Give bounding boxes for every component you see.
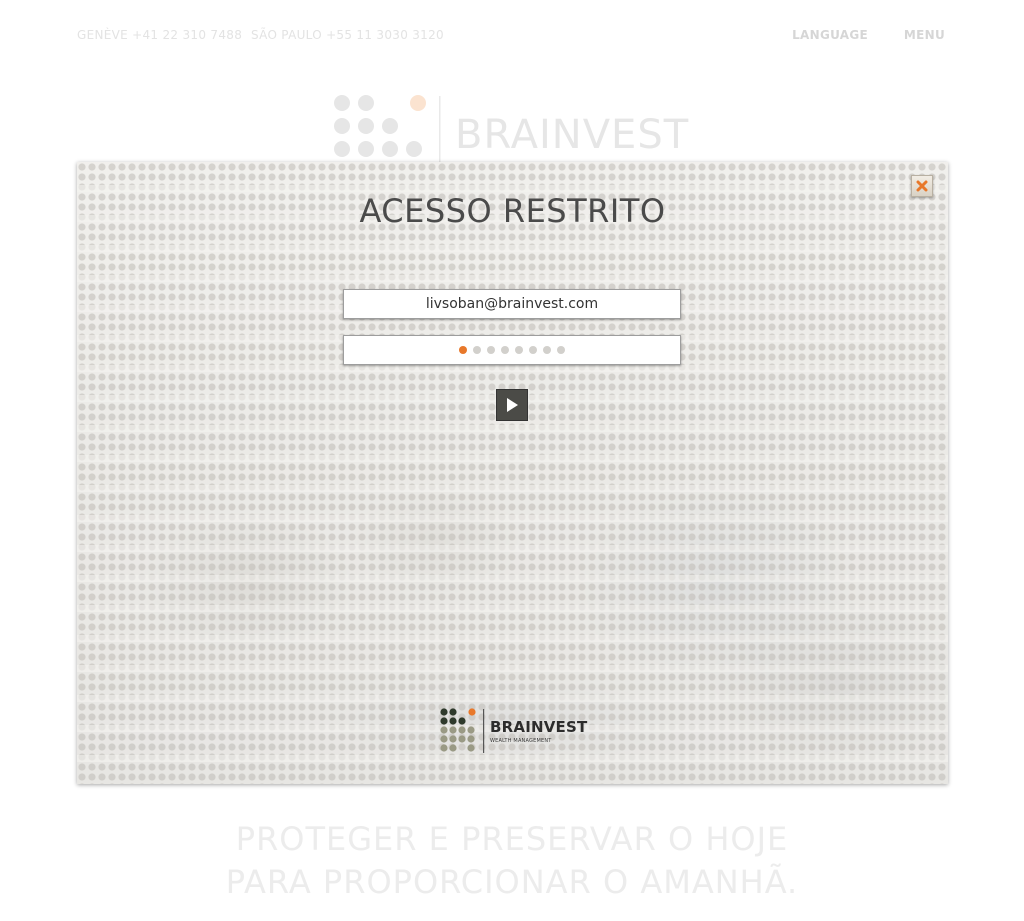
- tagline-line-1: PROTEGER E PRESERVAR O HOJE: [235, 820, 789, 858]
- login-modal: ACESSO RESTRITO livsoban@brainvest.com B…: [77, 162, 948, 784]
- tagline-line-2: PARA PROPORCIONAR O AMANHÃ.: [225, 863, 799, 901]
- submit-button[interactable]: [496, 389, 528, 421]
- password-dot: [557, 346, 565, 354]
- header-logo-wordmark: BRAINVEST: [455, 112, 690, 158]
- top-bar: GENÈVE +41 22 310 7488 SÃO PAULO +55 11 …: [77, 28, 947, 44]
- footer-logo-wordmark: BRAINVEST: [490, 718, 588, 736]
- logo-dots-icon: [334, 95, 441, 166]
- password-dot: [501, 346, 509, 354]
- password-dot: [543, 346, 551, 354]
- modal-title: ACESSO RESTRITO: [359, 192, 666, 230]
- password-dot: [459, 346, 467, 354]
- page: GENÈVE +41 22 310 7488 SÃO PAULO +55 11 …: [0, 0, 1024, 921]
- password-field[interactable]: [343, 335, 681, 365]
- contact-geneva[interactable]: GENÈVE +41 22 310 7488: [77, 28, 242, 42]
- language-link[interactable]: LANGUAGE: [792, 28, 868, 42]
- password-dot: [515, 346, 523, 354]
- password-dot: [473, 346, 481, 354]
- password-dot: [487, 346, 495, 354]
- password-dot: [529, 346, 537, 354]
- modal-pattern-overlay: [77, 162, 948, 784]
- contact-sao-paulo[interactable]: SÃO PAULO +55 11 3030 3120: [251, 28, 444, 42]
- logo-dots-icon: [440, 708, 485, 753]
- menu-link[interactable]: MENU: [904, 28, 945, 42]
- play-icon: [507, 398, 518, 412]
- modal-footer-logo: BRAINVEST WEALTH MANAGEMENT: [439, 707, 589, 757]
- close-icon: [916, 180, 928, 192]
- email-field[interactable]: [343, 289, 681, 319]
- footer-logo-subtitle: WEALTH MANAGEMENT: [490, 738, 552, 744]
